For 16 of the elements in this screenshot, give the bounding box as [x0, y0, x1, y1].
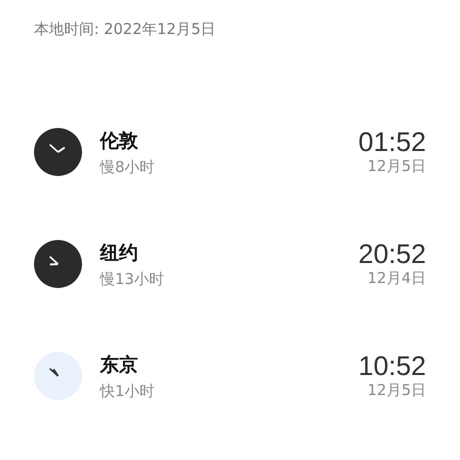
- time-offset: 慢8小时: [100, 158, 156, 176]
- city-name: 东京: [100, 352, 139, 378]
- city-date: 12月5日: [367, 157, 426, 176]
- time-offset: 慢13小时: [100, 270, 166, 288]
- local-date: 本地时间: 2022年12月5日: [34, 20, 217, 39]
- clock-icon: [34, 352, 82, 400]
- city-name: 纽约: [100, 240, 139, 266]
- time-offset: 快1小时: [100, 382, 156, 400]
- city-time: 20:52: [358, 240, 426, 270]
- city-name: 伦敦: [100, 128, 139, 154]
- city-time: 10:52: [358, 352, 426, 382]
- city-date: 12月4日: [367, 269, 426, 288]
- clock-icon: [34, 240, 82, 288]
- clock-icon: [34, 128, 82, 176]
- city-time: 01:52: [358, 128, 426, 158]
- city-date: 12月5日: [367, 381, 426, 400]
